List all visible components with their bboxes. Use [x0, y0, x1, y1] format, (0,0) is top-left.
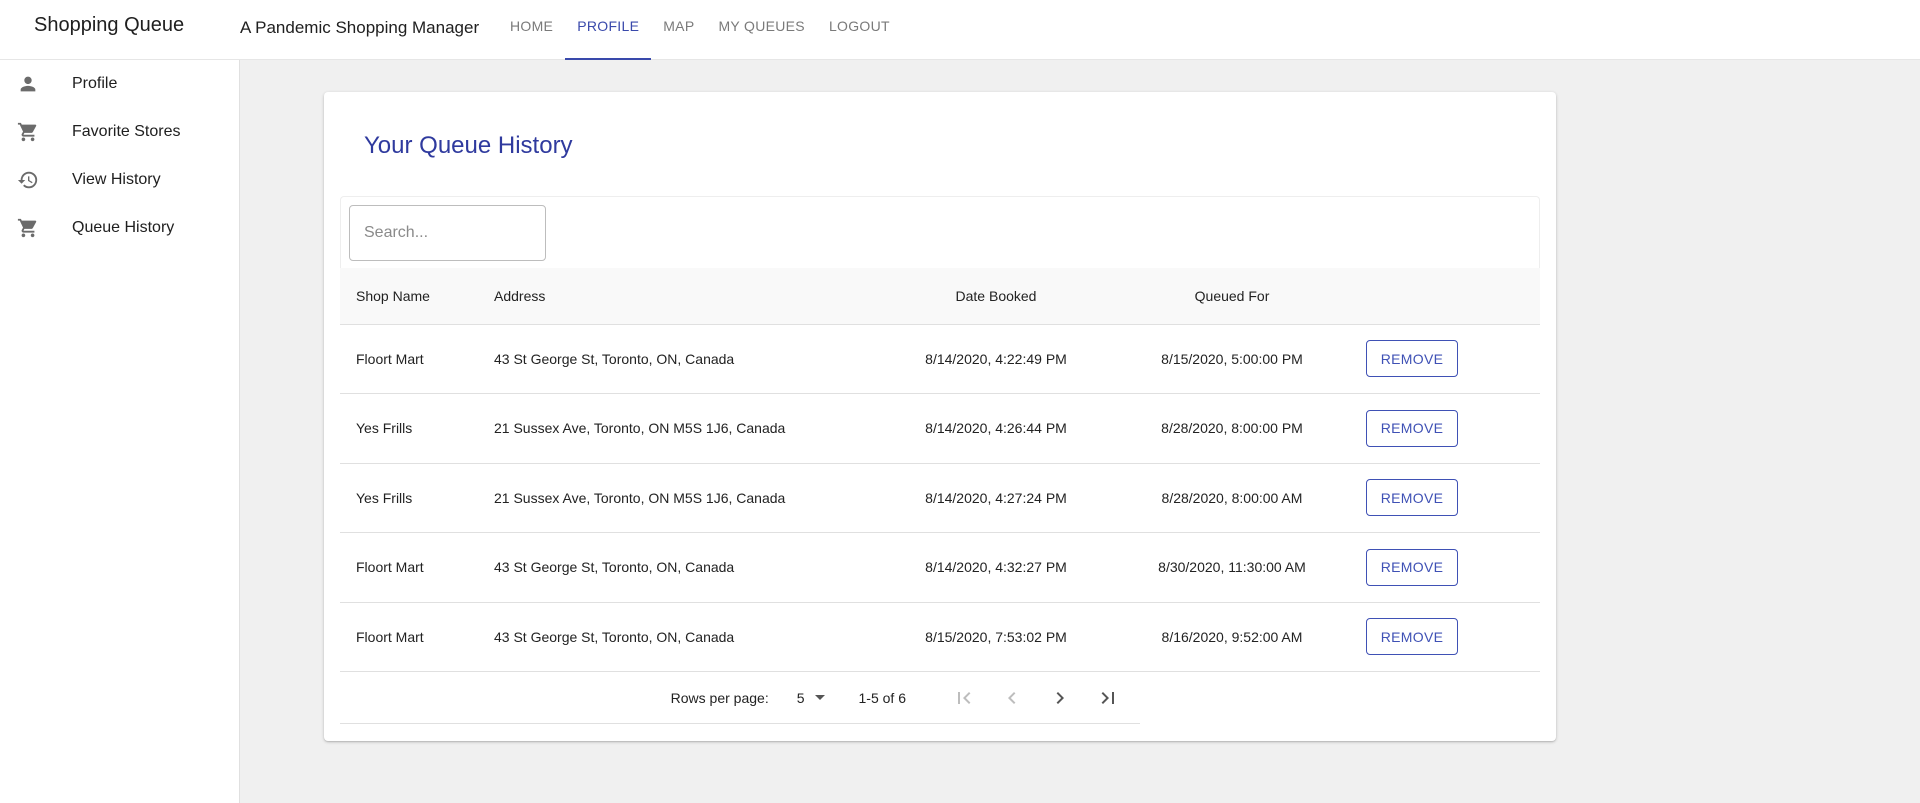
nav-profile[interactable]: PROFILE	[565, 0, 652, 60]
remove-button[interactable]: REMOVE	[1366, 618, 1458, 656]
table-toolbar	[340, 196, 1540, 268]
queue-history-table-container: Shop Name Address Date Booked Queued For…	[340, 196, 1540, 724]
sidebar-item-queue-history[interactable]: Queue History	[0, 204, 239, 252]
first-page-icon	[958, 691, 971, 704]
cell-action: REMOVE	[1350, 324, 1540, 394]
cell-queued-for: 8/28/2020, 8:00:00 AM	[1114, 463, 1350, 533]
page-range: 1-5 of 6	[858, 689, 906, 706]
cell-date-booked: 8/15/2020, 7:53:02 PM	[878, 602, 1114, 672]
sidebar-item-view-history[interactable]: View History	[0, 156, 239, 204]
cell-address: 43 St George St, Toronto, ON, Canada	[478, 324, 878, 394]
sidebar-item-label: Queue History	[72, 219, 175, 236]
caret-down-icon	[814, 695, 825, 700]
app-bar: Shopping Queue A Pandemic Shopping Manag…	[0, 0, 1920, 60]
sidebar-item-label: Favorite Stores	[72, 123, 181, 140]
table-header-row: Shop Name Address Date Booked Queued For	[340, 268, 1540, 325]
cell-shop-name: Floort Mart	[340, 602, 478, 672]
cell-action: REMOVE	[1350, 393, 1540, 464]
sidebar: Profile Favorite Stores View History Que…	[0, 60, 240, 803]
chevron-left-icon	[1008, 691, 1016, 704]
header-address: Address	[478, 268, 878, 325]
cell-address: 43 St George St, Toronto, ON, Canada	[478, 532, 878, 603]
rows-per-page-select[interactable]: 5	[797, 690, 825, 706]
cell-action: REMOVE	[1350, 602, 1540, 672]
cell-action: REMOVE	[1350, 463, 1540, 533]
sidebar-item-favorite-stores[interactable]: Favorite Stores	[0, 108, 239, 156]
queue-history-table: Shop Name Address Date Booked Queued For…	[340, 268, 1540, 672]
remove-button[interactable]: REMOVE	[1366, 548, 1458, 586]
cell-address: 43 St George St, Toronto, ON, Canada	[478, 602, 878, 672]
first-page-button[interactable]	[940, 674, 988, 722]
sidebar-item-profile[interactable]: Profile	[0, 60, 239, 108]
table-row: Floort Mart 43 St George St, Toronto, ON…	[340, 324, 1540, 394]
cell-shop-name: Floort Mart	[340, 324, 478, 394]
cell-queued-for: 8/30/2020, 11:30:00 AM	[1114, 532, 1350, 603]
rows-per-page-value: 5	[796, 689, 805, 706]
chevron-right-icon	[1056, 691, 1064, 704]
table-pagination: Rows per page: 5 1-5 of 6	[340, 672, 1140, 724]
search-field	[349, 205, 546, 261]
header-shop-name: Shop Name	[340, 268, 478, 325]
cell-date-booked: 8/14/2020, 4:32:27 PM	[878, 532, 1114, 603]
remove-button[interactable]: REMOVE	[1366, 340, 1458, 378]
cart-icon	[16, 216, 40, 240]
cell-queued-for: 8/16/2020, 9:52:00 AM	[1114, 602, 1350, 672]
sidebar-item-label: Profile	[72, 75, 118, 92]
cart-icon	[16, 120, 40, 144]
nav-home[interactable]: HOME	[498, 0, 565, 60]
top-nav: HOME PROFILE MAP MY QUEUES LOGOUT	[498, 0, 902, 60]
app-brand: Shopping Queue	[34, 14, 185, 36]
next-page-button[interactable]	[1036, 674, 1084, 722]
cell-queued-for: 8/15/2020, 5:00:00 PM	[1114, 324, 1350, 394]
nav-map[interactable]: MAP	[651, 0, 706, 60]
history-icon	[16, 168, 40, 192]
cell-address: 21 Sussex Ave, Toronto, ON M5S 1J6, Cana…	[478, 463, 878, 533]
cell-shop-name: Yes Frills	[340, 393, 478, 464]
cell-date-booked: 8/14/2020, 4:26:44 PM	[878, 393, 1114, 464]
app-subtitle: A Pandemic Shopping Manager	[240, 18, 480, 37]
cell-action: REMOVE	[1350, 532, 1540, 603]
cell-queued-for: 8/28/2020, 8:00:00 PM	[1114, 393, 1350, 464]
last-page-icon	[1101, 691, 1114, 704]
table-row: Yes Frills 21 Sussex Ave, Toronto, ON M5…	[340, 463, 1540, 533]
header-queued-for: Queued For	[1114, 268, 1350, 325]
person-icon	[16, 72, 40, 96]
search-input[interactable]	[364, 224, 545, 242]
table-row: Floort Mart 43 St George St, Toronto, ON…	[340, 532, 1540, 603]
header-date-booked: Date Booked	[878, 268, 1114, 325]
remove-button[interactable]: REMOVE	[1366, 409, 1458, 447]
table-row: Yes Frills 21 Sussex Ave, Toronto, ON M5…	[340, 393, 1540, 464]
cell-address: 21 Sussex Ave, Toronto, ON M5S 1J6, Cana…	[478, 393, 878, 464]
cell-shop-name: Yes Frills	[340, 463, 478, 533]
rows-per-page-label: Rows per page:	[670, 689, 769, 706]
cell-shop-name: Floort Mart	[340, 532, 478, 603]
last-page-button[interactable]	[1084, 674, 1132, 722]
cell-date-booked: 8/14/2020, 4:27:24 PM	[878, 463, 1114, 533]
table-row: Floort Mart 43 St George St, Toronto, ON…	[340, 602, 1540, 672]
nav-logout[interactable]: LOGOUT	[817, 0, 902, 60]
sidebar-item-label: View History	[72, 171, 161, 188]
nav-my-queues[interactable]: MY QUEUES	[706, 0, 816, 60]
page-title: Your Queue History	[364, 132, 573, 159]
queue-history-card: Your Queue History Shop Name Address Dat…	[324, 92, 1556, 741]
remove-button[interactable]: REMOVE	[1366, 479, 1458, 517]
previous-page-button[interactable]	[988, 674, 1036, 722]
header-actions	[1350, 268, 1540, 325]
cell-date-booked: 8/14/2020, 4:22:49 PM	[878, 324, 1114, 394]
